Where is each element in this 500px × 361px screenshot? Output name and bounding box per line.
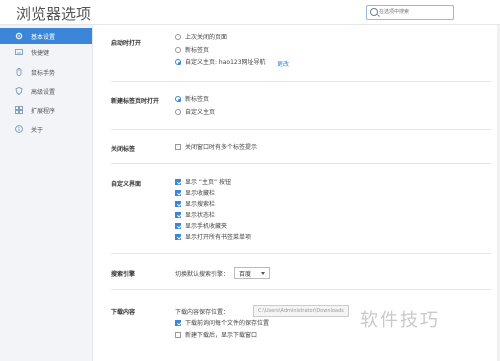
sidebar-item-basic[interactable]: 基本设置 <box>0 28 92 44</box>
checkbox[interactable] <box>175 332 181 338</box>
checkbox[interactable] <box>175 212 181 218</box>
checkbox[interactable] <box>175 144 181 150</box>
chevron-down-icon <box>261 272 265 275</box>
radio-button[interactable] <box>175 59 181 65</box>
checkbox[interactable] <box>175 190 181 196</box>
sidebar-item-extensions[interactable]: 扩展程序 <box>0 102 92 118</box>
sidebar-item-shortcuts[interactable]: 快捷键 <box>0 44 92 60</box>
sidebar-item-advanced[interactable]: 高级设置 <box>0 83 92 99</box>
divider <box>111 163 491 164</box>
divider <box>111 81 491 82</box>
checkbox[interactable] <box>175 223 181 229</box>
radio-button[interactable] <box>175 109 181 115</box>
title-bar: 浏览器选项 <box>0 0 500 25</box>
checkbox[interactable] <box>175 234 181 240</box>
close-tab-label: 关闭标签 <box>111 146 136 153</box>
window-title: 浏览器选项 <box>16 5 92 23</box>
radio-button[interactable] <box>175 34 181 40</box>
keyboard-icon <box>15 49 23 55</box>
startup-label: 启动时打开 <box>111 40 142 47</box>
divider <box>111 253 491 254</box>
watermark-text: 软件技巧 <box>360 310 440 331</box>
search-icon <box>370 8 378 16</box>
checkbox[interactable] <box>175 179 181 185</box>
sidebar-item-label: 鼠标手势 <box>31 70 56 77</box>
radio-button[interactable] <box>175 96 181 102</box>
search-engine-select[interactable]: 百度 <box>234 267 270 279</box>
custom-ui-label: 自定义界面 <box>111 181 142 188</box>
checkbox[interactable] <box>175 201 181 207</box>
sidebar-item-about[interactable]: 关于 <box>0 121 92 137</box>
sidebar-item-label: 基本设置 <box>31 34 56 41</box>
sidebar-item-label: 扩展程序 <box>31 108 56 115</box>
download-path-field[interactable]: C:\Users\Administrator\Downloads <box>253 305 349 317</box>
divider <box>111 289 491 290</box>
gear-icon <box>15 32 23 40</box>
search-engine-label: 搜索引擎 <box>111 271 136 278</box>
download-label: 下载内容 <box>111 309 136 316</box>
radio-button[interactable] <box>175 47 181 53</box>
sidebar: 基本设置 快捷键 鼠标手势 高级设置 扩展程序 关于 <box>0 25 93 361</box>
divider <box>111 129 491 130</box>
sidebar-item-mouse-gestures[interactable]: 鼠标手势 <box>0 64 92 80</box>
info-icon <box>15 125 23 133</box>
sidebar-item-label: 关于 <box>31 127 44 134</box>
search-box[interactable] <box>366 5 454 20</box>
sidebar-item-label: 高级设置 <box>31 89 56 96</box>
puzzle-icon <box>15 106 23 114</box>
newtab-label: 新建标签页时打开 <box>111 98 160 105</box>
search-engine-switch-label: 切换默认搜索引擎： <box>175 271 230 278</box>
checkbox[interactable] <box>175 320 181 326</box>
change-homepage-link[interactable]: 更改 <box>277 59 289 68</box>
search-input[interactable] <box>379 6 449 18</box>
mouse-icon <box>16 68 22 76</box>
sidebar-item-label: 快捷键 <box>31 50 50 57</box>
download-path-label: 下载内容保存位置： <box>175 309 230 316</box>
shield-icon <box>15 87 23 95</box>
